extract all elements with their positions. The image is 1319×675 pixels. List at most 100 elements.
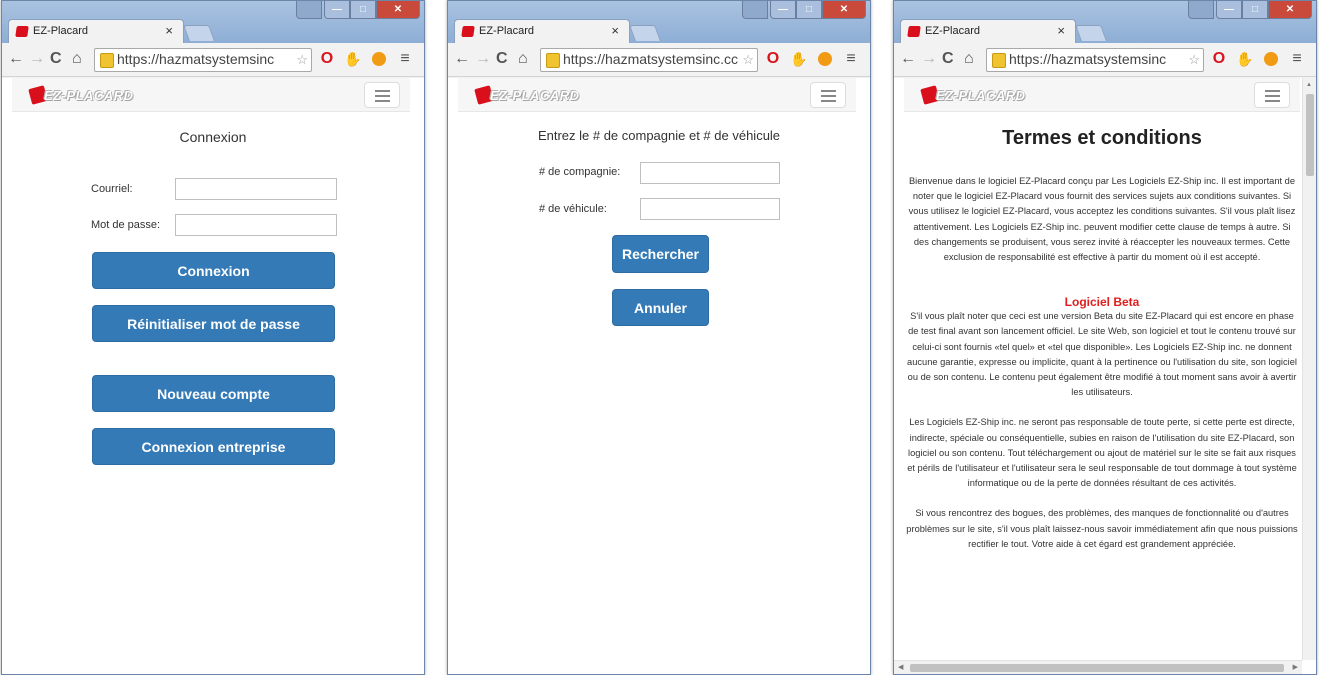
lock-icon [546,53,560,68]
opera-icon[interactable]: O [1210,50,1228,68]
home-icon[interactable]: ⌂ [964,51,974,67]
url-text: https://hazmatsystemsinc [1009,51,1167,67]
window-controls: — □ ✕ [742,1,866,19]
address-bar[interactable]: https://hazmatsystemsinc ☆ [94,48,312,72]
title-bar: EZ-Placard × — □ ✕ [894,1,1316,43]
reload-icon[interactable]: C [942,51,954,67]
tab-close-button[interactable]: × [611,23,619,38]
maximize-button[interactable]: □ [796,1,822,19]
user-icon[interactable] [1188,1,1214,19]
maximize-button[interactable]: □ [350,1,376,19]
opera-icon[interactable]: O [318,50,336,68]
logo-text[interactable]: EZ-PLACARD [490,88,580,103]
tab-title: EZ-Placard [33,25,89,37]
hand-extension-icon[interactable]: ✋ [1236,50,1254,68]
page-title: Termes et conditions [1002,127,1202,149]
user-icon[interactable] [742,1,768,19]
password-label: Mot de passe: [91,219,161,231]
address-bar[interactable]: https://hazmatsystemsinc.cc ☆ [540,48,758,72]
vertical-scroll-thumb[interactable] [1306,94,1314,176]
extension-icons: O ✋ ≡ [318,50,414,68]
hand-extension-icon[interactable]: ✋ [790,50,808,68]
menu-icon[interactable]: ≡ [842,50,860,68]
close-window-button[interactable]: ✕ [376,1,420,19]
hamburger-menu-button[interactable] [1254,82,1290,108]
opera-icon[interactable]: O [764,50,782,68]
logo-text[interactable]: EZ-PLACARD [44,88,134,103]
minimize-button[interactable]: — [1216,1,1242,19]
horizontal-scrollbar[interactable]: ◀ ▶ [894,660,1302,674]
browser-tab[interactable]: EZ-Placard × [454,19,630,43]
back-arrow-icon[interactable]: ← [900,51,916,67]
browser-toolbar: ← → C ⌂ https://hazmatsystemsinc.cc ☆ O … [448,43,870,77]
favicon-icon [907,26,921,37]
page-title: Entrez le # de compagnie et # de véhicul… [537,128,781,143]
enterprise-login-button[interactable]: Connexion entreprise [92,428,335,465]
new-tab-button[interactable] [629,25,661,41]
search-button[interactable]: Rechercher [612,235,709,273]
password-field[interactable] [175,214,337,236]
menu-icon[interactable]: ≡ [396,50,414,68]
reset-password-button[interactable]: Réinitialiser mot de passe [92,305,335,342]
email-field[interactable] [175,178,337,200]
new-tab-button[interactable] [183,25,215,41]
vertical-scrollbar[interactable]: ▲ [1302,78,1316,660]
forward-arrow-icon[interactable]: → [921,51,937,67]
title-bar: EZ-Placard × — □ ✕ [2,1,424,43]
user-icon[interactable] [296,1,322,19]
intro-paragraph: Bienvenue dans le logiciel EZ-Placard co… [908,176,1296,263]
minimize-button[interactable]: — [324,1,350,19]
forward-arrow-icon[interactable]: → [475,51,491,67]
back-arrow-icon[interactable]: ← [8,51,24,67]
new-account-button[interactable]: Nouveau compte [92,375,335,412]
hamburger-menu-button[interactable] [810,82,846,108]
browser-toolbar: ← → C ⌂ https://hazmatsystemsinc ☆ O ✋ ≡ [894,43,1316,77]
scroll-up-arrow-icon[interactable]: ▲ [1306,82,1312,88]
beta-heading: Logiciel Beta [1064,295,1140,310]
reload-icon[interactable]: C [50,51,62,67]
page-viewport: EZ-PLACARD Entrez le # de compagnie et #… [448,78,870,674]
vehicle-number-field[interactable] [640,198,780,220]
pumpkin-extension-icon[interactable] [818,52,832,66]
company-number-field[interactable] [640,162,780,184]
browser-tab[interactable]: EZ-Placard × [8,19,184,43]
home-icon[interactable]: ⌂ [72,51,82,67]
browser-window-terms: EZ-Placard × — □ ✕ ← → C ⌂ https://hazma… [893,0,1317,675]
close-window-button[interactable]: ✕ [822,1,866,19]
close-window-button[interactable]: ✕ [1268,1,1312,19]
title-bar: EZ-Placard × — □ ✕ [448,1,870,43]
tab-title: EZ-Placard [925,25,981,37]
back-arrow-icon[interactable]: ← [454,51,470,67]
logo-text[interactable]: EZ-PLACARD [936,88,1026,103]
bookmark-star-icon[interactable]: ☆ [294,52,308,68]
forward-arrow-icon[interactable]: → [29,51,45,67]
browser-window-login: EZ-Placard × — □ ✕ ← → C ⌂ https://hazma… [1,0,425,675]
scroll-left-arrow-icon[interactable]: ◀ [898,663,903,671]
bookmark-star-icon[interactable]: ☆ [740,52,754,68]
favicon-icon [15,26,29,37]
cancel-button[interactable]: Annuler [612,289,709,326]
tab-close-button[interactable]: × [165,23,173,38]
menu-icon[interactable]: ≡ [1288,50,1306,68]
hand-extension-icon[interactable]: ✋ [344,50,362,68]
reload-icon[interactable]: C [496,51,508,67]
tab-title: EZ-Placard [479,25,535,37]
browser-tab[interactable]: EZ-Placard × [900,19,1076,43]
address-bar[interactable]: https://hazmatsystemsinc ☆ [986,48,1204,72]
app-navbar: EZ-PLACARD [458,78,856,112]
pumpkin-extension-icon[interactable] [1264,52,1278,66]
bookmark-star-icon[interactable]: ☆ [1186,52,1200,68]
horizontal-scroll-thumb[interactable] [910,664,1284,672]
maximize-button[interactable]: □ [1242,1,1268,19]
new-tab-button[interactable] [1075,25,1107,41]
favicon-icon [461,26,475,37]
hamburger-menu-button[interactable] [364,82,400,108]
login-button[interactable]: Connexion [92,252,335,289]
app-navbar: EZ-PLACARD [12,78,410,112]
pumpkin-extension-icon[interactable] [372,52,386,66]
tab-close-button[interactable]: × [1057,23,1065,38]
extension-icons: O ✋ ≡ [1210,50,1306,68]
scroll-right-arrow-icon[interactable]: ▶ [1293,663,1298,671]
minimize-button[interactable]: — [770,1,796,19]
home-icon[interactable]: ⌂ [518,51,528,67]
